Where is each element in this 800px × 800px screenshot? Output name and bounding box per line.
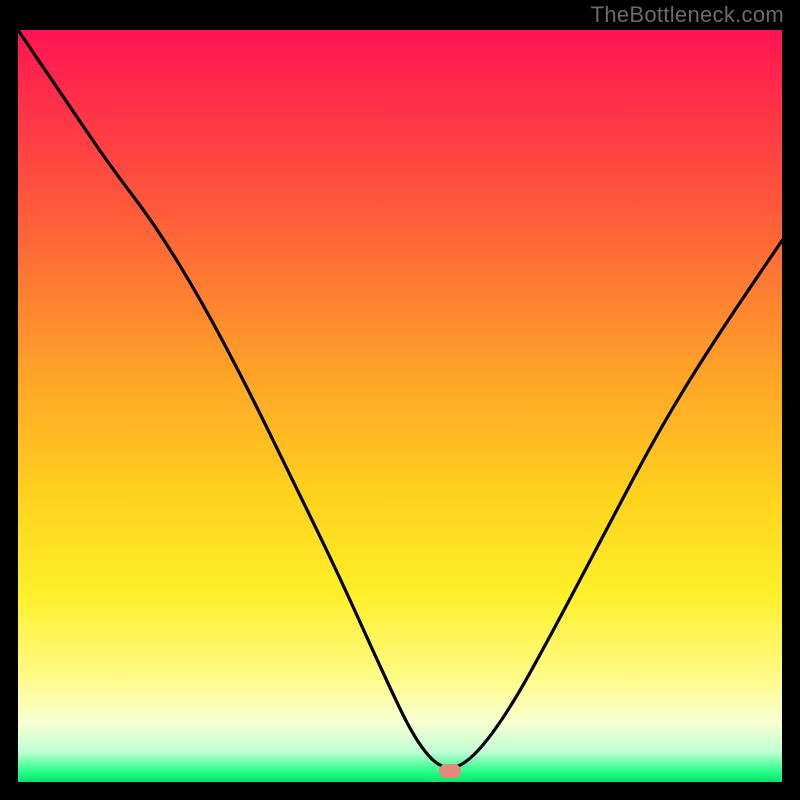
watermark-text: TheBottleneck.com: [591, 2, 784, 28]
gradient-background: [18, 30, 782, 782]
plot-area-wrap: [18, 30, 782, 782]
chart-frame: TheBottleneck.com: [0, 0, 800, 800]
